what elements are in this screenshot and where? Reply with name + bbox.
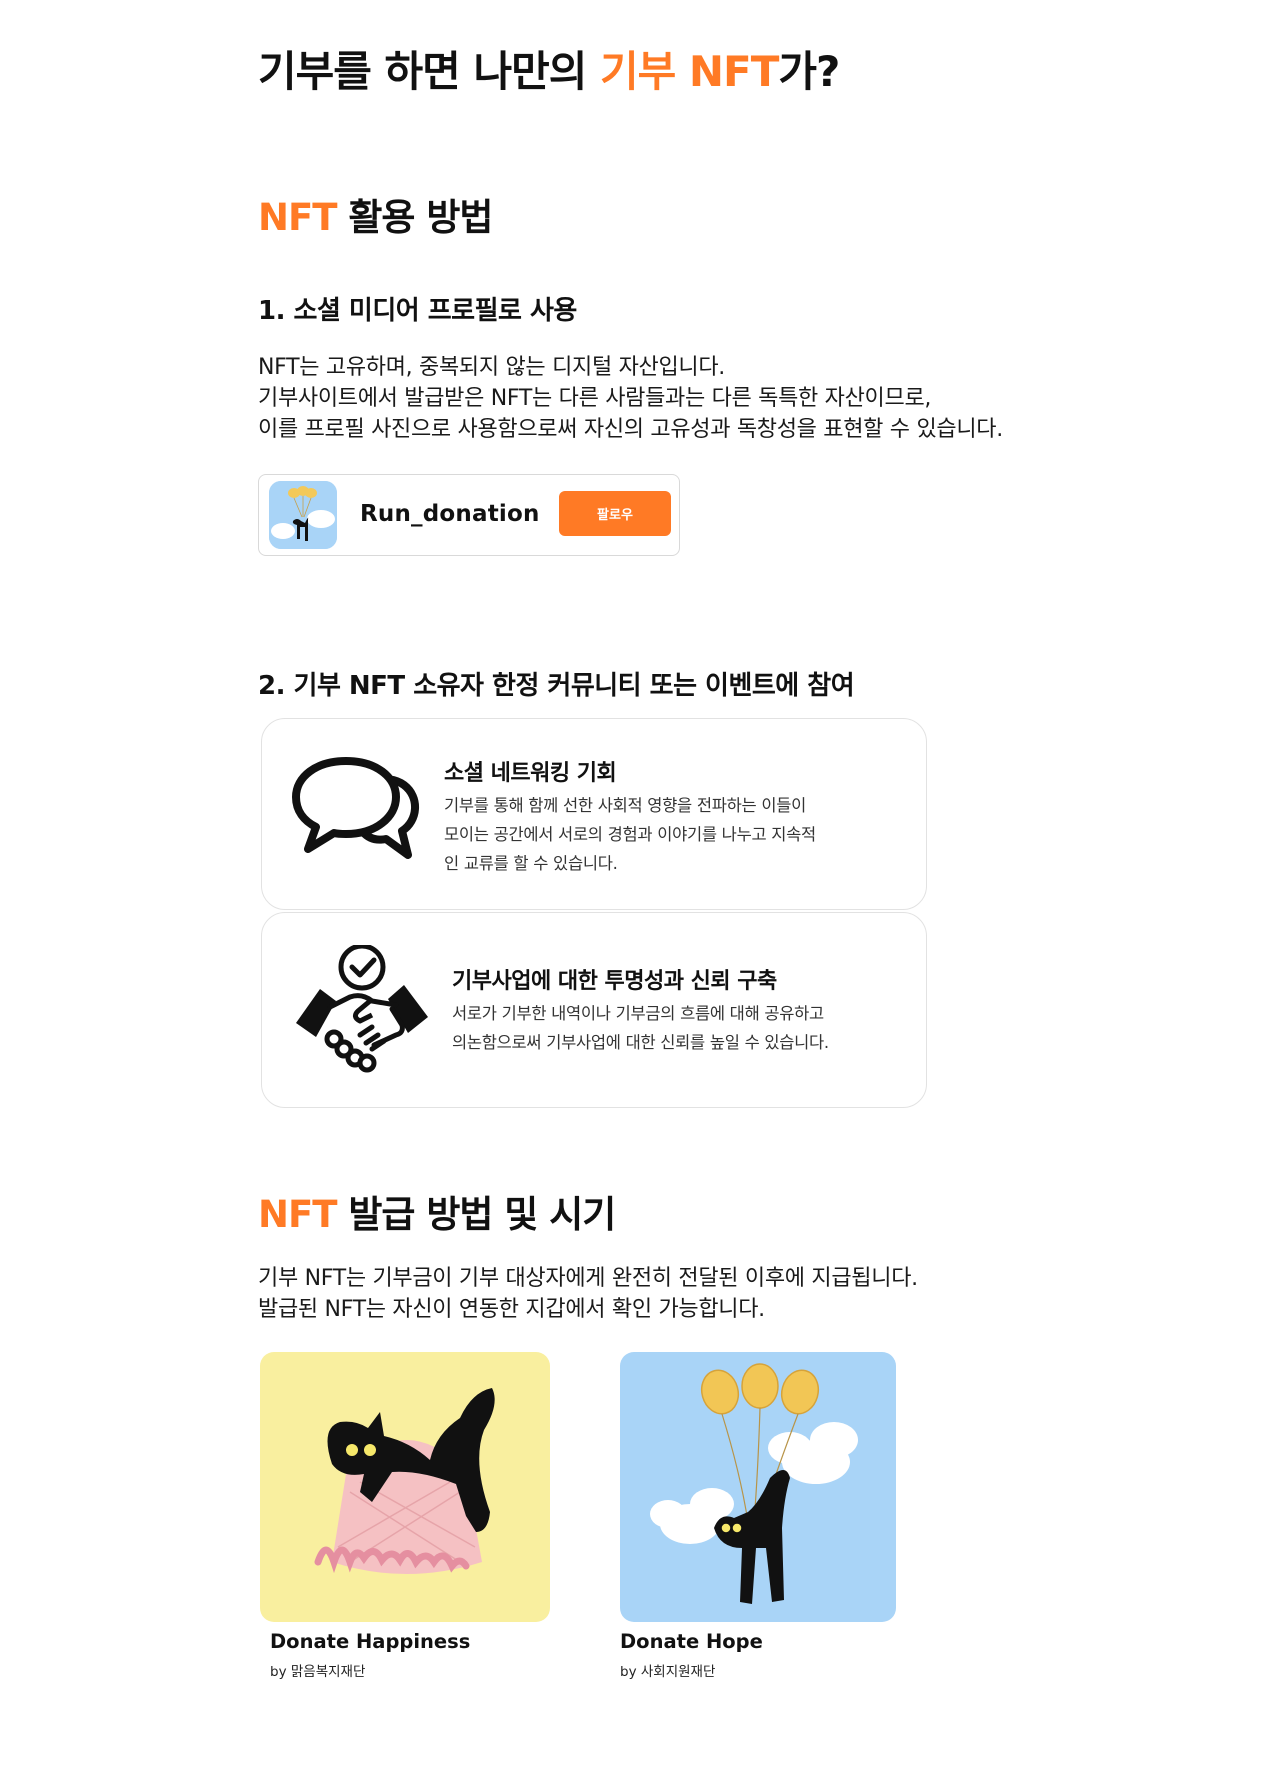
profile-username: Run_donation <box>360 501 540 527</box>
profile-section-title: 1. 소셜 미디어 프로필로 사용 <box>258 296 577 326</box>
page-title-accent: 기부 NFT <box>600 47 779 96</box>
issuance-heading-rest: 발급 방법 및 시기 <box>336 1193 616 1236</box>
page-title-prefix: 기부를 하면 나만의 <box>258 47 600 96</box>
chat-bubbles-icon <box>292 757 419 859</box>
page-title: 기부를 하면 나만의 기부 NFT가? <box>258 38 840 99</box>
cat-with-balloons-artwork-icon <box>620 1352 896 1622</box>
cat-with-bag-artwork-icon <box>260 1352 550 1622</box>
page-title-suffix: 가? <box>778 47 840 96</box>
feature-card-description: 서로가 기부한 내역이나 기부금의 흐름에 대해 공유하고 의논함으로써 기부사… <box>452 999 829 1057</box>
description-line: 이를 프로필 사진으로 사용함으로써 자신의 고유성과 독창성을 표현할 수 있… <box>258 417 1003 442</box>
usage-heading-accent: NFT <box>258 196 337 239</box>
description-line: 서로가 기부한 내역이나 기부금의 흐름에 대해 공유하고 <box>452 1004 824 1023</box>
nft-issuer: by 맑음복지재단 <box>270 1664 366 1680</box>
description-line: 인 교류를 할 수 있습니다. <box>444 854 618 873</box>
description-line: 기부 NFT는 기부금이 기부 대상자에게 완전히 전달된 이후에 지급됩니다. <box>258 1266 918 1291</box>
description-line: NFT는 고유하며, 중복되지 않는 디지털 자산입니다. <box>258 355 725 380</box>
nft-issuer: by 사회지원재단 <box>620 1664 716 1680</box>
handshake-check-icon <box>296 945 428 1073</box>
profile-section-description: NFT는 고유하며, 중복되지 않는 디지털 자산입니다. 기부사이트에서 발급… <box>258 352 1003 445</box>
feature-card-transparency: 기부사업에 대한 투명성과 신뢰 구축 서로가 기부한 내역이나 기부금의 흐름… <box>261 912 927 1108</box>
feature-card-title: 기부사업에 대한 투명성과 신뢰 구축 <box>452 969 777 994</box>
nft-name: Donate Hope <box>620 1630 763 1653</box>
issuance-heading: NFT 발급 방법 및 시기 <box>258 1184 616 1238</box>
follow-button[interactable]: 팔로우 <box>559 491 671 536</box>
description-line: 발급된 NFT는 자신이 연동한 지갑에서 확인 가능합니다. <box>258 1297 765 1322</box>
profile-card: Run_donation 팔로우 <box>258 474 680 556</box>
description-line: 기부를 통해 함께 선한 사회적 영향을 전파하는 이들이 <box>444 796 806 815</box>
nft-name: Donate Happiness <box>270 1630 471 1653</box>
nft-card-happiness[interactable] <box>260 1352 550 1622</box>
feature-card-title: 소셜 네트워킹 기회 <box>444 761 617 786</box>
usage-heading: NFT 활용 방법 <box>258 187 493 241</box>
description-line: 의논함으로써 기부사업에 대한 신뢰를 높일 수 있습니다. <box>452 1033 829 1052</box>
feature-card-networking: 소셜 네트워킹 기회 기부를 통해 함께 선한 사회적 영향을 전파하는 이들이… <box>261 718 927 910</box>
issuance-description: 기부 NFT는 기부금이 기부 대상자에게 완전히 전달된 이후에 지급됩니다.… <box>258 1263 918 1325</box>
description-line: 모이는 공간에서 서로의 경험과 이야기를 나누고 지속적 <box>444 825 816 844</box>
cat-balloon-avatar-icon <box>269 481 337 549</box>
description-line: 기부사이트에서 발급받은 NFT는 다른 사람들과는 다른 독특한 자산이므로, <box>258 386 932 411</box>
nft-card-hope[interactable] <box>620 1352 896 1622</box>
avatar <box>269 481 337 549</box>
usage-heading-rest: 활용 방법 <box>336 196 493 239</box>
feature-card-description: 기부를 통해 함께 선한 사회적 영향을 전파하는 이들이 모이는 공간에서 서… <box>444 791 816 878</box>
community-section-title: 2. 기부 NFT 소유자 한정 커뮤니티 또는 이벤트에 참여 <box>258 671 855 701</box>
issuance-heading-accent: NFT <box>258 1193 337 1236</box>
